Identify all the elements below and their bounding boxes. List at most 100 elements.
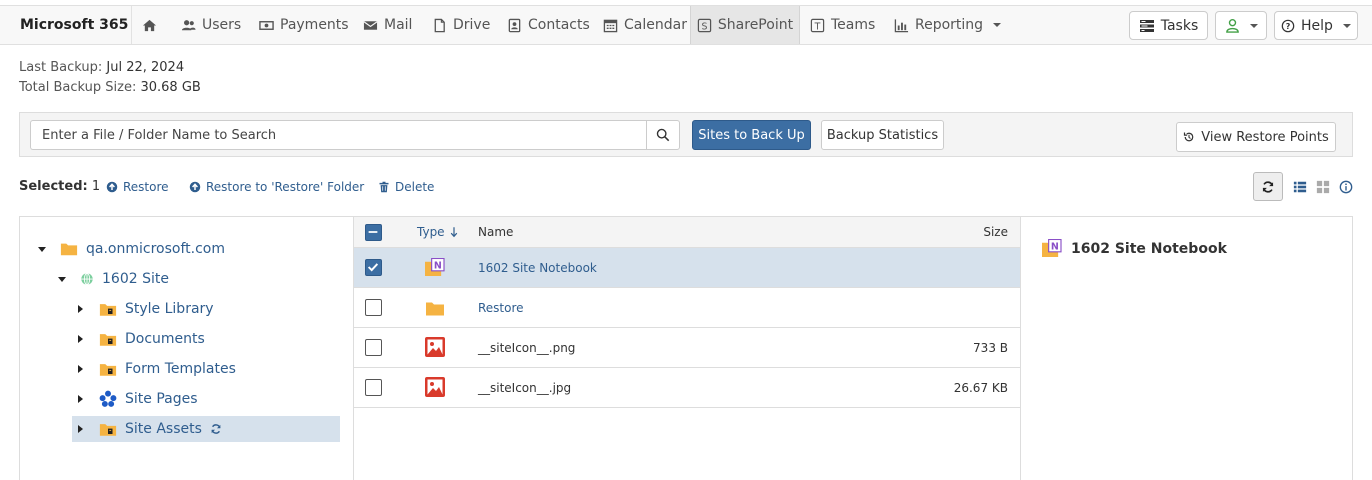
- caret-down-icon[interactable]: [38, 246, 46, 252]
- nav-users[interactable]: Users: [181, 6, 241, 44]
- nav-mail[interactable]: Mail: [363, 6, 412, 44]
- nav-teams-label: Teams: [831, 17, 876, 33]
- tree-node-root[interactable]: qa.onmicrosoft.com: [38, 236, 225, 262]
- file-name[interactable]: 1602 Site Notebook: [478, 261, 597, 275]
- file-name[interactable]: __siteIcon__.png: [478, 341, 575, 355]
- row-checkbox[interactable]: [365, 379, 382, 396]
- search-button[interactable]: [646, 120, 680, 150]
- last-backup-label: Last Backup:: [19, 60, 103, 75]
- selected-count-value: 1: [91, 179, 101, 194]
- nav-teams[interactable]: T Teams: [810, 6, 875, 44]
- file-grid: Type Name Size N 1602 Site Notebook Rest…: [354, 217, 1021, 480]
- type-column-header[interactable]: Type: [417, 225, 458, 239]
- file-name[interactable]: Restore: [478, 301, 524, 315]
- size-column-header[interactable]: Size: [983, 225, 1008, 239]
- caret-right-icon[interactable]: [78, 395, 83, 403]
- caret-right-icon[interactable]: [78, 335, 83, 343]
- select-all-checkbox[interactable]: [365, 224, 382, 241]
- nav-reporting[interactable]: Reporting: [894, 6, 1002, 44]
- nav-sharepoint[interactable]: S SharePoint: [690, 6, 800, 44]
- nav-drive-label: Drive: [453, 17, 491, 33]
- nav-contacts-label: Contacts: [528, 17, 590, 33]
- details-title: 1602 Site Notebook: [1071, 240, 1227, 257]
- top-navbar: Microsoft 365 Users Payments Mail Drive …: [0, 5, 1372, 45]
- row-checkbox[interactable]: [365, 339, 382, 356]
- tree-node-site-assets[interactable]: Site Assets: [72, 416, 340, 442]
- nav-payments[interactable]: Payments: [259, 6, 349, 44]
- tree-node-label: Site Pages: [125, 391, 198, 407]
- chevron-down-icon: [993, 23, 1002, 27]
- tree-node-label: qa.onmicrosoft.com: [86, 241, 225, 257]
- arrow-circle-up-icon: [106, 181, 118, 193]
- site-pages-icon: [99, 390, 117, 407]
- nav-calendar[interactable]: Calendar: [603, 6, 687, 44]
- user-menu-button[interactable]: [1215, 11, 1267, 40]
- caret-right-icon[interactable]: [78, 365, 83, 373]
- restore-label: Restore: [123, 180, 169, 194]
- list-view-button[interactable]: [1292, 179, 1307, 194]
- tree-node-label: Documents: [125, 331, 205, 347]
- search-input[interactable]: [30, 120, 646, 150]
- tree-node-form-templates[interactable]: Form Templates: [78, 356, 236, 382]
- nav-users-label: Users: [202, 17, 242, 33]
- calendar-icon: [603, 19, 618, 32]
- last-backup-info: Last Backup: Jul 22, 2024: [19, 60, 184, 75]
- tree-node-label: Style Library: [125, 301, 214, 317]
- delete-action[interactable]: Delete: [378, 180, 434, 194]
- nav-contacts[interactable]: Contacts: [507, 6, 590, 44]
- svg-text:?: ?: [1286, 22, 1291, 31]
- backup-statistics-button[interactable]: Backup Statistics: [821, 120, 944, 150]
- restore-action[interactable]: Restore: [106, 180, 169, 194]
- tree-node-label: Site Assets: [125, 421, 202, 437]
- sort-down-icon: [450, 227, 457, 238]
- sites-to-back-up-button[interactable]: Sites to Back Up: [692, 120, 811, 150]
- globe-icon: [81, 272, 93, 286]
- library-folder-icon: [99, 333, 117, 346]
- name-column-header[interactable]: Name: [478, 225, 513, 239]
- table-row[interactable]: __siteIcon__.png 733 B: [354, 328, 1020, 368]
- tree-node-site[interactable]: 1602 Site: [58, 266, 169, 292]
- nav-calendar-label: Calendar: [624, 17, 687, 33]
- reporting-icon: [894, 18, 909, 32]
- tree-node-style-library[interactable]: Style Library: [78, 296, 214, 322]
- table-row[interactable]: N 1602 Site Notebook: [354, 248, 1020, 288]
- help-button[interactable]: ? Help: [1274, 11, 1358, 40]
- folder-icon: [426, 302, 444, 316]
- tree-node-documents[interactable]: Documents: [78, 326, 205, 352]
- library-folder-icon: [99, 423, 117, 436]
- table-row[interactable]: Restore: [354, 288, 1020, 328]
- tasks-label: Tasks: [1160, 17, 1199, 34]
- row-checkbox[interactable]: [365, 299, 382, 316]
- info-button[interactable]: [1338, 179, 1353, 194]
- sharepoint-icon: S: [697, 18, 712, 32]
- file-name[interactable]: __siteIcon__.jpg: [478, 381, 571, 395]
- help-label: Help: [1301, 17, 1333, 34]
- caret-right-icon[interactable]: [78, 305, 83, 313]
- minus-icon: [368, 231, 378, 233]
- info-icon: [1339, 180, 1352, 193]
- view-restore-points-button[interactable]: View Restore Points: [1176, 122, 1336, 152]
- payments-icon: [259, 20, 274, 30]
- total-size-value: 30.68 GB: [140, 80, 201, 95]
- restore-to-folder-action[interactable]: Restore to 'Restore' Folder: [189, 180, 364, 194]
- tree-node-site-pages[interactable]: Site Pages: [78, 386, 198, 412]
- row-checkbox[interactable]: [365, 259, 382, 276]
- grid-view-button[interactable]: [1315, 179, 1330, 194]
- list-view-icon: [1293, 181, 1306, 192]
- svg-text:S: S: [701, 21, 707, 32]
- total-size-label: Total Backup Size:: [19, 80, 137, 95]
- tasks-button[interactable]: Tasks: [1129, 11, 1208, 40]
- chevron-down-icon: [1342, 23, 1351, 28]
- nav-home[interactable]: [142, 6, 157, 44]
- home-icon: [142, 19, 157, 31]
- caret-down-icon[interactable]: [58, 276, 66, 282]
- mail-icon: [363, 20, 378, 30]
- nav-drive[interactable]: Drive: [432, 6, 490, 44]
- chevron-down-icon: [1249, 23, 1258, 28]
- caret-right-icon[interactable]: [78, 425, 83, 433]
- refresh-icon: [1262, 180, 1274, 193]
- onenote-notebook-icon: N: [425, 258, 445, 277]
- refresh-button[interactable]: [1253, 172, 1283, 201]
- divider: [131, 6, 132, 44]
- table-row[interactable]: __siteIcon__.jpg 26.67 KB: [354, 368, 1020, 408]
